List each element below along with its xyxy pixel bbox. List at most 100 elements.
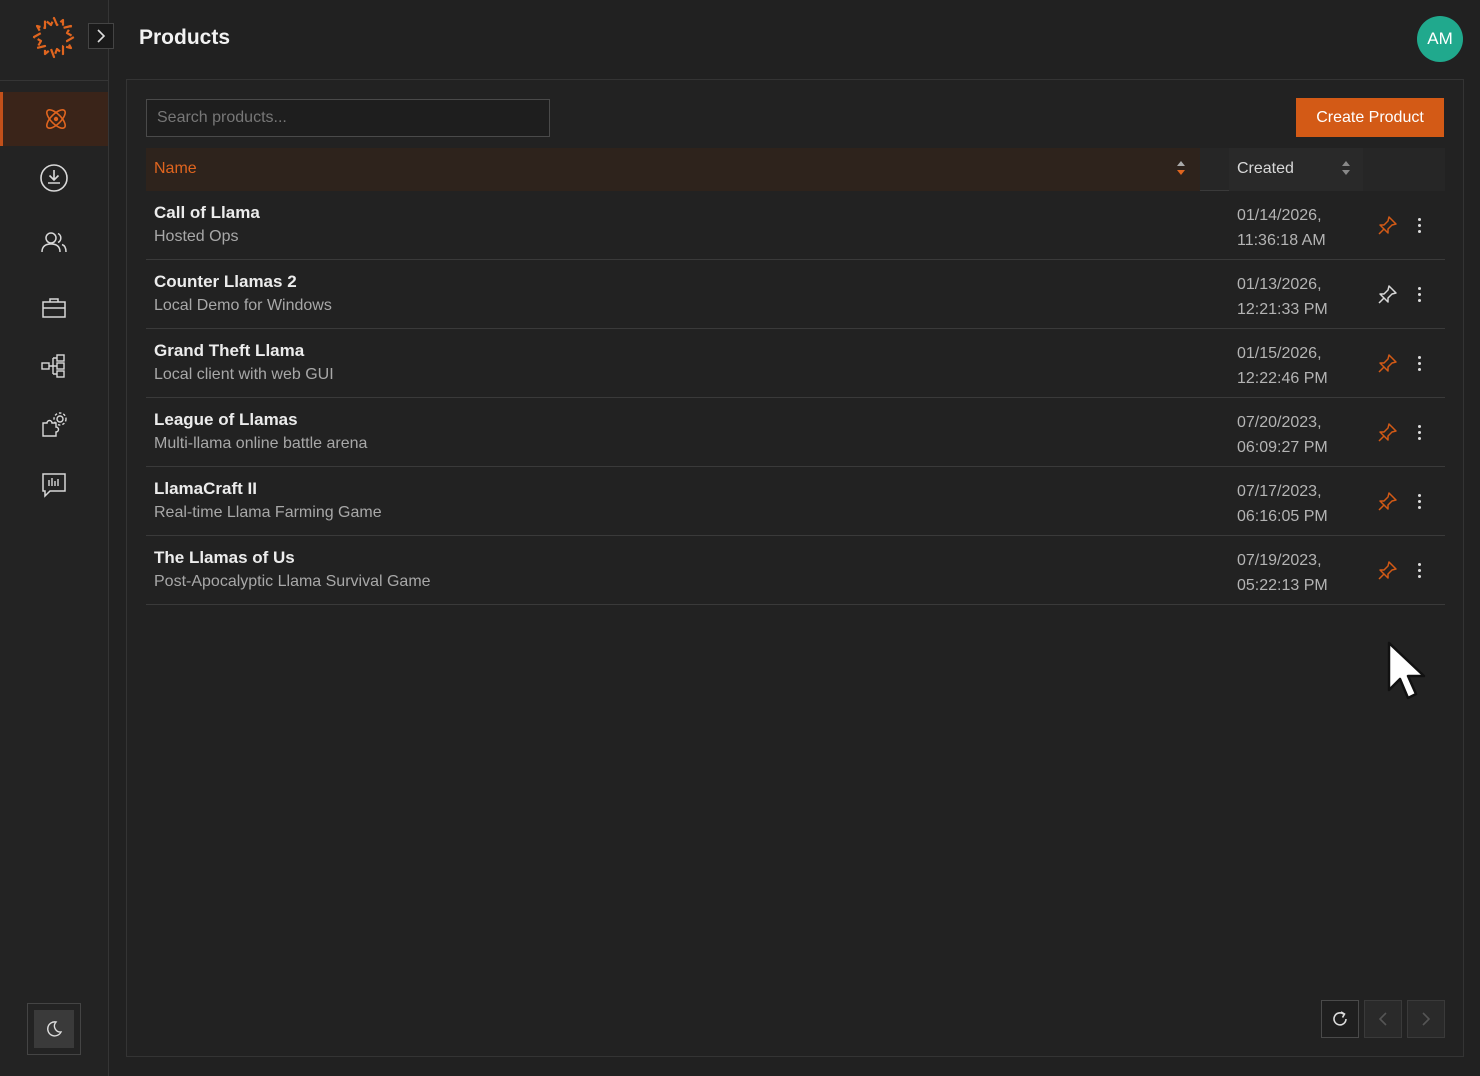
sidebar-collapse-button[interactable] <box>88 23 114 49</box>
created-date-time: 12:22:46 PM <box>1237 370 1328 387</box>
page-title: Products <box>139 26 231 49</box>
product-name: Counter Llamas 2 <box>154 272 297 291</box>
created-date-time: 06:16:05 PM <box>1237 508 1328 525</box>
row-more-actions-button[interactable] <box>1408 489 1430 513</box>
product-description: Hosted Ops <box>154 228 239 245</box>
kebab-dot <box>1417 361 1421 365</box>
created-date: 07/19/2023, 05:22:13 PM <box>1237 548 1328 598</box>
table-row[interactable]: Counter Llamas 2 Local Demo for Windows … <box>146 260 1445 329</box>
kebab-dot <box>1417 292 1421 296</box>
created-date: 07/20/2023, 06:09:27 PM <box>1237 410 1328 460</box>
created-date-day: 01/15/2026, <box>1237 345 1322 362</box>
column-header-name[interactable]: Name <box>146 148 1200 191</box>
create-product-button[interactable]: Create Product <box>1296 98 1444 137</box>
column-header-created-label: Created <box>1237 160 1294 177</box>
sidebar-item-feedback[interactable] <box>0 458 108 512</box>
sidebar-item-hierarchy[interactable] <box>0 339 108 393</box>
sidebar-item-products[interactable] <box>0 92 108 146</box>
product-name: League of Llamas <box>154 410 298 429</box>
kebab-dot <box>1417 217 1421 221</box>
sidebar-item-integrations[interactable] <box>0 398 108 452</box>
feedback-icon <box>42 473 66 498</box>
created-date-day: 01/14/2026, <box>1237 207 1322 224</box>
column-header-actions <box>1363 148 1445 191</box>
sidebar-item-downloads[interactable] <box>0 151 108 205</box>
kebab-dot <box>1417 568 1421 572</box>
pin-icon[interactable] <box>1376 353 1398 375</box>
column-header-created[interactable]: Created <box>1229 148 1363 191</box>
sidebar <box>0 0 114 1076</box>
created-date-day: 07/19/2023, <box>1237 552 1322 569</box>
column-header-name-label: Name <box>154 160 197 177</box>
user-avatar[interactable]: AM <box>1417 16 1463 62</box>
created-date: 01/14/2026, 11:36:18 AM <box>1237 203 1326 253</box>
product-name: Call of Llama <box>154 203 260 222</box>
table-header: Name Created <box>146 148 1445 191</box>
created-date-day: 01/13/2026, <box>1237 276 1322 293</box>
created-date: 01/13/2026, 12:21:33 PM <box>1237 272 1328 322</box>
products-panel: Create Product Name Created Call of Llam… <box>126 79 1464 1057</box>
product-name: LlamaCraft II <box>154 479 257 498</box>
row-more-actions-button[interactable] <box>1408 351 1430 375</box>
created-date-time: 06:09:27 PM <box>1237 439 1328 456</box>
created-date-time: 12:21:33 PM <box>1237 301 1328 318</box>
atom-icon <box>45 109 66 129</box>
sidebar-item-organizations[interactable] <box>0 281 108 335</box>
hierarchy-icon <box>41 354 65 378</box>
kebab-dot <box>1417 355 1421 359</box>
users-icon <box>41 232 67 253</box>
download-icon <box>40 164 68 192</box>
kebab-dot <box>1417 562 1421 566</box>
chevron-right-icon <box>1422 1012 1431 1026</box>
kebab-dot <box>1417 223 1421 227</box>
pin-icon[interactable] <box>1376 215 1398 237</box>
product-name: Grand Theft Llama <box>154 341 305 360</box>
kebab-dot <box>1417 499 1421 503</box>
logo-area <box>0 0 114 81</box>
kebab-dot <box>1417 493 1421 497</box>
refresh-icon <box>1333 1011 1347 1026</box>
pin-icon[interactable] <box>1376 284 1398 306</box>
theme-toggle-button[interactable] <box>27 1003 81 1055</box>
kebab-dot <box>1417 298 1421 302</box>
row-more-actions-button[interactable] <box>1408 558 1430 582</box>
next-page-button[interactable] <box>1407 1000 1445 1038</box>
created-date: 07/17/2023, 06:16:05 PM <box>1237 479 1328 529</box>
logo-icon <box>32 16 76 59</box>
sidebar-item-users[interactable] <box>0 216 108 270</box>
row-more-actions-button[interactable] <box>1408 420 1430 444</box>
table-row[interactable]: The Llamas of Us Post-Apocalyptic Llama … <box>146 536 1445 605</box>
created-date: 01/15/2026, 12:22:46 PM <box>1237 341 1328 391</box>
pin-icon[interactable] <box>1376 560 1398 582</box>
chevron-right-icon <box>97 29 106 43</box>
theme-toggle-inner <box>34 1010 74 1048</box>
pin-icon[interactable] <box>1376 491 1398 513</box>
kebab-dot <box>1417 574 1421 578</box>
row-more-actions-button[interactable] <box>1408 282 1430 306</box>
search-input[interactable] <box>146 99 550 137</box>
row-more-actions-button[interactable] <box>1408 213 1430 237</box>
product-description: Multi-llama online battle arena <box>154 435 368 452</box>
pin-icon[interactable] <box>1376 422 1398 444</box>
kebab-dot <box>1417 229 1421 233</box>
product-description: Post-Apocalyptic Llama Survival Game <box>154 573 431 590</box>
refresh-button[interactable] <box>1321 1000 1359 1038</box>
chevron-left-icon <box>1378 1012 1387 1026</box>
product-description: Local Demo for Windows <box>154 297 332 314</box>
briefcase-icon <box>42 298 66 318</box>
table-row[interactable]: Call of Llama Hosted Ops 01/14/2026, 11:… <box>146 191 1445 260</box>
product-description: Real-time Llama Farming Game <box>154 504 382 521</box>
created-date-time: 11:36:18 AM <box>1237 232 1326 249</box>
table-row[interactable]: League of Llamas Multi-llama online batt… <box>146 398 1445 467</box>
puzzle-gear-icon <box>42 412 67 437</box>
sort-icon <box>1342 161 1350 175</box>
kebab-dot <box>1417 424 1421 428</box>
previous-page-button[interactable] <box>1364 1000 1402 1038</box>
table-row[interactable]: Grand Theft Llama Local client with web … <box>146 329 1445 398</box>
kebab-dot <box>1417 505 1421 509</box>
table-row[interactable]: LlamaCraft II Real-time Llama Farming Ga… <box>146 467 1445 536</box>
moon-icon <box>47 1021 63 1037</box>
product-description: Local client with web GUI <box>154 366 334 383</box>
kebab-dot <box>1417 286 1421 290</box>
created-date-day: 07/20/2023, <box>1237 414 1322 431</box>
